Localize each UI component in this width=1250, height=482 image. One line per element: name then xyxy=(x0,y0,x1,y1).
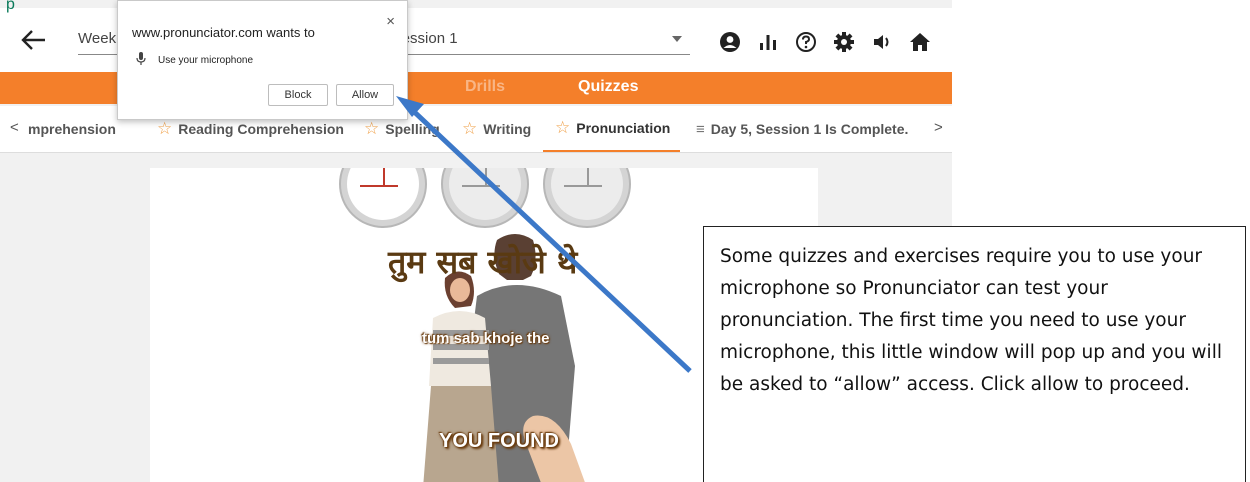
tab-comprehension[interactable]: mprehension xyxy=(28,106,116,152)
tab-writing[interactable]: ☆ Writing xyxy=(462,106,531,152)
timer-clock-icon xyxy=(543,168,631,228)
back-arrow-icon[interactable] xyxy=(18,24,50,56)
transliteration: tum sab khoje the xyxy=(422,330,550,347)
week-select-label: Week xyxy=(78,30,117,47)
allow-button[interactable]: Allow xyxy=(336,84,394,106)
star-icon: ☆ xyxy=(462,119,478,138)
translation-caption: YOU FOUND xyxy=(439,430,559,452)
tab-quizzes[interactable]: Quizzes xyxy=(578,78,638,96)
microphone-icon xyxy=(136,52,146,69)
gear-icon[interactable] xyxy=(832,30,856,54)
tab-pronunciation[interactable]: ☆ Pronunciation xyxy=(543,106,681,152)
page-edge-mark: p xyxy=(6,0,15,13)
tab-label: Pronunciation xyxy=(576,120,671,136)
tab-session-complete[interactable]: ≡ Day 5, Session 1 Is Complete. xyxy=(696,106,908,152)
help-icon[interactable] xyxy=(794,30,818,54)
chevron-right-icon[interactable]: > xyxy=(934,119,943,136)
tab-label: Writing xyxy=(483,121,532,137)
instruction-callout: Some quizzes and exercises require you t… xyxy=(703,226,1246,482)
permission-label: Use your microphone xyxy=(158,55,254,66)
tab-label: Day 5, Session 1 Is Complete. xyxy=(710,121,909,137)
tab-label: mprehension xyxy=(28,121,116,137)
chevron-down-icon xyxy=(672,36,682,42)
permission-row: Use your microphone xyxy=(136,52,253,69)
microphone-permission-popup: www.pronunciator.com wants to × Use your… xyxy=(117,0,408,120)
star-icon: ☆ xyxy=(364,119,380,138)
tab-label: Reading Comprehension xyxy=(178,121,344,137)
timer-clock-icon xyxy=(339,168,427,228)
home-icon[interactable] xyxy=(908,30,932,54)
stats-icon[interactable] xyxy=(756,30,780,54)
toolbar-icons xyxy=(718,26,932,58)
star-icon: ☆ xyxy=(555,118,571,137)
block-button[interactable]: Block xyxy=(268,84,328,106)
volume-icon[interactable] xyxy=(870,30,894,54)
hindi-phrase: तुम सब खोजे थे xyxy=(388,243,578,281)
popup-site-text: www.pronunciator.com wants to xyxy=(132,25,315,40)
star-icon: ☆ xyxy=(157,119,173,138)
tab-drills[interactable]: Drills xyxy=(465,78,505,96)
list-icon: ≡ xyxy=(696,120,705,138)
chevron-left-icon[interactable]: < xyxy=(10,119,19,136)
user-icon[interactable] xyxy=(718,30,742,54)
close-icon[interactable]: × xyxy=(386,13,395,30)
tab-label: Spelling xyxy=(385,121,440,137)
timer-clock-icon xyxy=(441,168,529,228)
